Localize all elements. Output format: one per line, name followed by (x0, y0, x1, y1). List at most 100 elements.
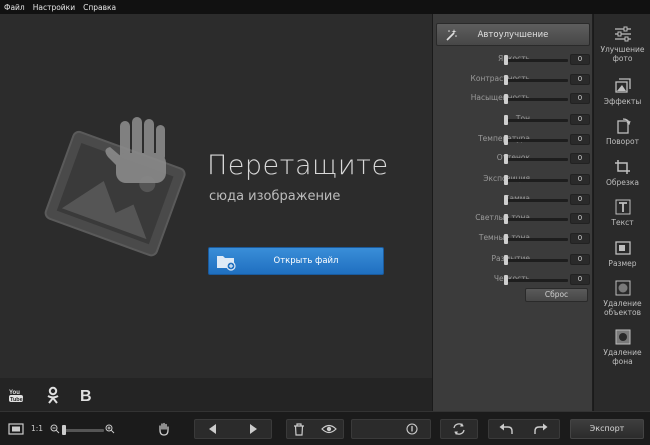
adjustment-value[interactable]: 0 (570, 93, 590, 104)
preview-button[interactable] (319, 419, 339, 439)
adjustment-value[interactable]: 0 (570, 273, 590, 285)
adjustment-slider-thumb[interactable] (504, 255, 508, 265)
adjustment-value[interactable]: 0 (570, 174, 590, 185)
trash-icon (294, 422, 304, 436)
adjustment-row: Светлые тона 0 (433, 213, 593, 225)
adjustment-slider-track[interactable] (506, 59, 568, 62)
image-drop-area[interactable]: Перетащите сюда изображение Открыть файл (0, 14, 432, 378)
adjustments-panel: Автоулучшение Яркость0 Контрастность0 Насы… (432, 14, 592, 411)
refresh-icon (453, 423, 465, 435)
adjustment-value[interactable]: 0 (570, 232, 590, 244)
auto-enhance-button[interactable]: Автоулучшение (436, 23, 590, 46)
zoom-slider-track[interactable] (62, 429, 104, 432)
adjustment-slider-thumb[interactable] (504, 94, 508, 104)
text-icon (615, 199, 630, 215)
adjustment-slider-thumb[interactable] (504, 74, 508, 85)
adjustment-value[interactable]: 0 (570, 213, 590, 224)
zoom-slider-thumb[interactable] (62, 425, 67, 435)
adjustment-value[interactable]: 0 (570, 73, 590, 85)
adjustment-slider-track[interactable] (506, 158, 568, 161)
adjustment-row: Размытие0 (433, 254, 593, 266)
adjustment-value[interactable]: 0 (570, 114, 590, 125)
export-button[interactable]: Экспорт (570, 419, 644, 439)
info-button[interactable] (403, 419, 421, 439)
adjustment-slider-track[interactable] (506, 119, 568, 122)
adjustment-slider-track[interactable] (506, 78, 568, 82)
menu-help[interactable]: Справка (83, 3, 116, 12)
tool-effects[interactable]: Эффекты (594, 78, 650, 106)
next-image-button[interactable] (244, 419, 262, 439)
adjustment-row: Тон0 (433, 114, 593, 126)
remove-objects-icon (615, 280, 630, 296)
undo-button[interactable] (496, 419, 516, 439)
zoom-ratio[interactable]: 1:1 (31, 424, 43, 433)
zoom-in-button[interactable] (104, 419, 116, 439)
adjustment-slider-track[interactable] (506, 278, 568, 282)
reset-button[interactable]: Сброс (525, 288, 588, 302)
tool-enhance[interactable]: Улучшение фото (594, 26, 650, 63)
resize-icon (614, 241, 631, 255)
folder-add-icon (217, 256, 236, 271)
fit-screen-icon (8, 423, 24, 435)
tool-effects-label: Эффекты (603, 97, 642, 106)
adjustment-row: Температура0 (433, 133, 593, 146)
hand-tool-button[interactable] (155, 419, 173, 439)
adjustment-value[interactable]: 0 (570, 153, 590, 164)
tool-rotate[interactable]: Поворот (594, 118, 650, 146)
vkontakte-icon[interactable]: B (78, 386, 96, 404)
adjustment-slider-track[interactable] (506, 259, 568, 262)
adjustment-slider-thumb[interactable] (504, 115, 508, 125)
svg-text:B: B (80, 388, 92, 404)
tool-text-label: Текст (611, 218, 634, 227)
tool-remove-background-label: Удаление фона (603, 348, 642, 366)
previous-image-button[interactable] (204, 419, 222, 439)
adjustment-slider-thumb[interactable] (504, 194, 508, 205)
restore-button[interactable] (449, 419, 469, 439)
delete-button[interactable] (290, 419, 308, 439)
adjustment-slider-thumb[interactable] (504, 175, 508, 185)
arrow-right-icon (250, 424, 257, 434)
adjustment-slider-track[interactable] (506, 138, 568, 142)
info-icon (406, 423, 418, 435)
adjustment-row: Яркость0 (433, 54, 593, 66)
adjustment-slider-thumb[interactable] (504, 233, 508, 244)
tool-remove-background[interactable]: Удаление фона (594, 329, 650, 366)
adjustment-row: Оттенок0 (433, 153, 593, 165)
adjustment-slider-thumb[interactable] (504, 154, 508, 164)
odnoklassniki-icon[interactable] (44, 386, 62, 404)
open-file-button[interactable]: Открыть файл (208, 247, 384, 275)
undo-icon (499, 423, 513, 434)
tool-crop-label: Обрезка (605, 178, 640, 187)
adjustment-slider-thumb[interactable] (504, 55, 508, 65)
tool-crop[interactable]: Обрезка (594, 159, 650, 187)
adjustment-slider-track[interactable] (506, 98, 568, 101)
tool-text[interactable]: Текст (594, 199, 650, 227)
adjustment-slider-thumb[interactable] (504, 214, 508, 224)
adjustment-row: Контрастность 0 (433, 73, 593, 86)
adjustment-slider-track[interactable] (506, 218, 568, 221)
remove-background-icon (615, 329, 630, 345)
youtube-icon[interactable]: You Tube (7, 386, 25, 404)
drop-title: Перетащите (207, 150, 389, 181)
zoom-out-button[interactable] (49, 419, 61, 439)
tools-sidebar: Улучшение фото Эффекты Поворот Обрезка Т… (593, 14, 650, 411)
magic-wand-icon (446, 29, 457, 41)
tool-resize[interactable]: Размер (594, 240, 650, 268)
bottom-toolbar: 1:1 Экспорт (0, 411, 650, 445)
adjustment-slider-track[interactable] (506, 198, 568, 202)
fit-screen-button[interactable] (7, 419, 25, 439)
menu-file[interactable]: Файл (4, 3, 25, 12)
redo-button[interactable] (531, 419, 551, 439)
adjustment-value[interactable]: 0 (570, 254, 590, 265)
adjustment-value[interactable]: 0 (570, 193, 590, 205)
adjustment-slider-thumb[interactable] (504, 134, 508, 145)
rotate-icon (616, 118, 631, 134)
adjustment-slider-track[interactable] (506, 237, 568, 241)
menu-settings[interactable]: Настройки (33, 3, 75, 12)
adjustment-value[interactable]: 0 (570, 54, 590, 65)
adjustment-row: Гамма0 (433, 193, 593, 206)
tool-remove-objects[interactable]: Удаление объектов (594, 280, 650, 317)
adjustment-slider-track[interactable] (506, 179, 568, 182)
adjustment-slider-thumb[interactable] (504, 274, 508, 285)
adjustment-value[interactable]: 0 (570, 133, 590, 145)
